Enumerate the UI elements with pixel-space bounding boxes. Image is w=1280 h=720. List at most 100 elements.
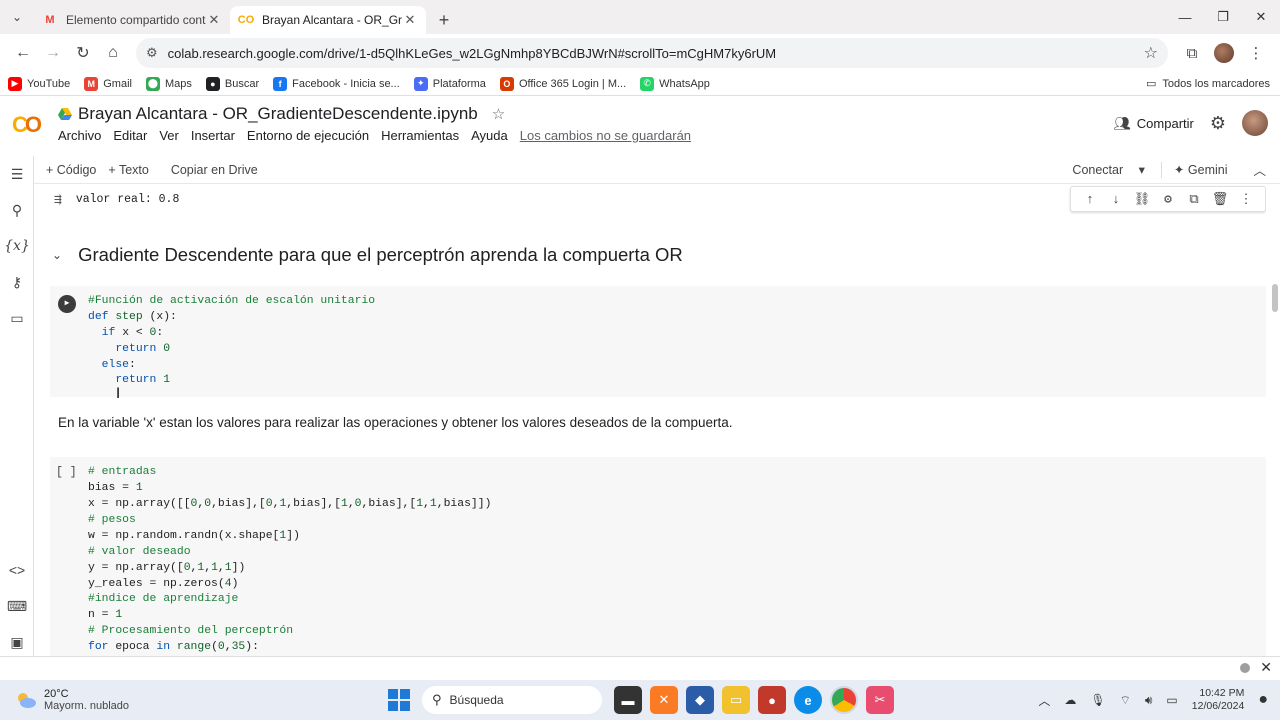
code-line[interactable]: n = 1 xyxy=(88,608,1266,624)
collapse-section-icon[interactable]: ⌄ xyxy=(52,248,62,262)
secrets-key-icon[interactable]: ⚷ xyxy=(0,264,34,300)
unsaved-changes-link[interactable]: Los cambios no se guardarán xyxy=(520,128,691,143)
bookmark-item[interactable]: O Office 365 Login | M... xyxy=(499,76,626,91)
code-line[interactable]: else: xyxy=(88,358,1266,374)
close-window-icon[interactable]: ✕ xyxy=(1242,0,1280,34)
reload-icon[interactable]: ↻ xyxy=(68,38,98,68)
add-code-button[interactable]: + Código xyxy=(46,163,96,177)
delete-icon[interactable]: 🗑︎ xyxy=(1207,192,1233,207)
bookmark-item[interactable]: ✦ Plataforma xyxy=(413,76,486,91)
code-line[interactable]: #Función de activación de escalón unitar… xyxy=(88,294,1266,310)
code-line[interactable]: for epoca in range(0,35): xyxy=(88,640,1266,656)
site-info-icon[interactable]: ⚙ xyxy=(146,45,158,61)
weather-widget[interactable]: 20°C Mayorm. nublado xyxy=(0,688,129,712)
chrome-icon[interactable] xyxy=(830,686,858,714)
user-avatar[interactable] xyxy=(1242,110,1268,136)
share-button[interactable]: 👥︎ Compartir xyxy=(1113,115,1194,132)
code-line[interactable]: w = np.random.randn(x.shape[1]) xyxy=(88,529,1266,545)
code-line[interactable]: return 1 xyxy=(88,373,1266,389)
profile-avatar[interactable] xyxy=(1208,38,1240,68)
copy-to-drive-button[interactable]: Copiar en Drive xyxy=(171,163,258,177)
search-icon[interactable]: ⚲ xyxy=(0,192,34,228)
back-icon[interactable]: ← xyxy=(8,38,38,68)
code-line[interactable]: bias = 1 xyxy=(88,481,1266,497)
file-manager-icon[interactable]: ▬ xyxy=(614,686,642,714)
bookmark-star-icon[interactable]: ☆ xyxy=(1144,43,1158,63)
menu-archivo[interactable]: Archivo xyxy=(58,128,101,143)
minimize-icon[interactable]: — xyxy=(1166,0,1204,34)
code-line[interactable]: # pesos xyxy=(88,513,1266,529)
run-cell-icon[interactable]: ▶ xyxy=(58,295,76,313)
close-tab-icon[interactable]: ✕ xyxy=(206,12,222,28)
menu-insertar[interactable]: Insertar xyxy=(191,128,235,143)
menu-ayuda[interactable]: Ayuda xyxy=(471,128,508,143)
code-cell-step[interactable]: ▶ #Función de activación de escalón unit… xyxy=(50,286,1266,398)
connect-button[interactable]: Conectar ▾ xyxy=(1072,162,1145,177)
virtualbox-icon[interactable]: ◆ xyxy=(686,686,714,714)
windows-start-icon[interactable] xyxy=(388,689,410,711)
command-palette-icon[interactable]: ⌨ xyxy=(0,588,34,624)
terminal-icon[interactable]: ▣ xyxy=(0,624,34,660)
maximize-icon[interactable]: ❐ xyxy=(1204,0,1242,34)
files-folder-icon[interactable]: ▭ xyxy=(0,300,34,336)
bookmark-item[interactable]: M Gmail xyxy=(84,76,132,91)
output-actions-icon[interactable]: ⇶ xyxy=(54,192,62,207)
show-hidden-icons[interactable]: ︿ xyxy=(1038,692,1050,709)
all-bookmarks[interactable]: ▭ Todos los marcadores xyxy=(1146,77,1270,91)
folder-icon[interactable]: ▭ xyxy=(722,686,750,714)
snipping-tool-icon[interactable]: ✂ xyxy=(866,686,894,714)
code-line[interactable]: # valor deseado xyxy=(88,545,1266,561)
browser-tab-gmail[interactable]: M Elemento compartido contigo ✕ xyxy=(34,6,230,34)
url-text[interactable]: colab.research.google.com/drive/1-d5QlhK… xyxy=(168,46,1144,61)
home-icon[interactable]: ⌂ xyxy=(98,38,128,68)
bookmark-item[interactable]: ✆ WhatsApp xyxy=(640,76,710,91)
code-line[interactable]: y = np.array([0,1,1,1]) xyxy=(88,561,1266,577)
gemini-button[interactable]: ✦ Gemini xyxy=(1174,162,1228,177)
table-of-contents-icon[interactable]: ☰ xyxy=(0,156,34,192)
execution-count[interactable]: [ ] xyxy=(56,465,77,481)
wifi-icon[interactable]: ⌔ xyxy=(1120,693,1131,708)
collapse-header-icon[interactable]: ︿ xyxy=(1253,160,1266,179)
bookmark-item[interactable]: ⬤ Maps xyxy=(145,76,192,91)
variables-icon[interactable]: {x} xyxy=(0,228,34,264)
recorder-icon[interactable]: ● xyxy=(758,686,786,714)
bookmark-item[interactable]: ● Buscar xyxy=(205,76,259,91)
notifications-icon[interactable]: ● xyxy=(1258,691,1268,709)
bookmark-item[interactable]: ▶ YouTube xyxy=(8,76,70,91)
code-line[interactable]: # entradas xyxy=(88,465,1266,481)
close-tab-icon[interactable]: ✕ xyxy=(402,12,418,28)
move-up-icon[interactable]: ↑ xyxy=(1077,192,1103,207)
browser-tab-colab[interactable]: CO Brayan Alcantara - OR_Gradiente ✕ xyxy=(230,6,426,34)
close-status-icon[interactable]: ✕ xyxy=(1260,659,1272,676)
clock[interactable]: 10:42 PM 12/06/2024 xyxy=(1192,687,1245,713)
xampp-icon[interactable]: ✕ xyxy=(650,686,678,714)
move-down-icon[interactable]: ↓ xyxy=(1103,192,1129,207)
menu-herramientas[interactable]: Herramientas xyxy=(381,128,459,143)
browser-menu-icon[interactable]: ⋮ xyxy=(1240,38,1272,68)
tab-search-icon[interactable]: ⌄ xyxy=(6,6,28,28)
colab-logo[interactable]: CO xyxy=(12,112,46,146)
scrollbar-thumb[interactable] xyxy=(1272,284,1278,312)
address-bar[interactable]: ⚙ colab.research.google.com/drive/1-d5Ql… xyxy=(136,38,1168,68)
menu-ver[interactable]: Ver xyxy=(159,128,179,143)
forward-icon[interactable]: → xyxy=(38,38,68,68)
code-line[interactable]: if x < 0: xyxy=(88,326,1266,342)
code-line[interactable]: y_reales = np.zeros(4) xyxy=(88,577,1266,593)
star-icon[interactable]: ☆ xyxy=(492,105,505,123)
settings-gear-icon[interactable]: ⚙ xyxy=(1210,113,1226,134)
code-line[interactable]: #indice de aprendizaje xyxy=(88,592,1266,608)
code-line[interactable]: x = np.array([[0,0,bias],[0,1,bias],[1,0… xyxy=(88,497,1266,513)
volume-icon[interactable]: 🔊︎ xyxy=(1145,693,1153,708)
code-line[interactable]: def step (x): xyxy=(88,310,1266,326)
microphone-icon[interactable]: 🎙︎ xyxy=(1090,693,1105,707)
notebook-title[interactable]: Brayan Alcantara - OR_GradienteDescenden… xyxy=(78,104,478,124)
new-tab-button[interactable]: + xyxy=(430,6,458,34)
bookmark-item[interactable]: f Facebook - Inicia se... xyxy=(273,76,400,91)
cell-settings-icon[interactable]: ⚙ xyxy=(1155,192,1181,207)
edge-icon[interactable]: e xyxy=(794,686,822,714)
onedrive-cloud-icon[interactable]: ☁ xyxy=(1064,693,1076,707)
battery-icon[interactable]: ▭ xyxy=(1166,693,1177,707)
code-cell-main[interactable]: [ ] # entradas bias = 1x = np.array([[0,0… xyxy=(50,457,1266,656)
mirror-cell-icon[interactable]: ⧉ xyxy=(1181,192,1207,207)
code-line[interactable]: return 0 xyxy=(88,342,1266,358)
